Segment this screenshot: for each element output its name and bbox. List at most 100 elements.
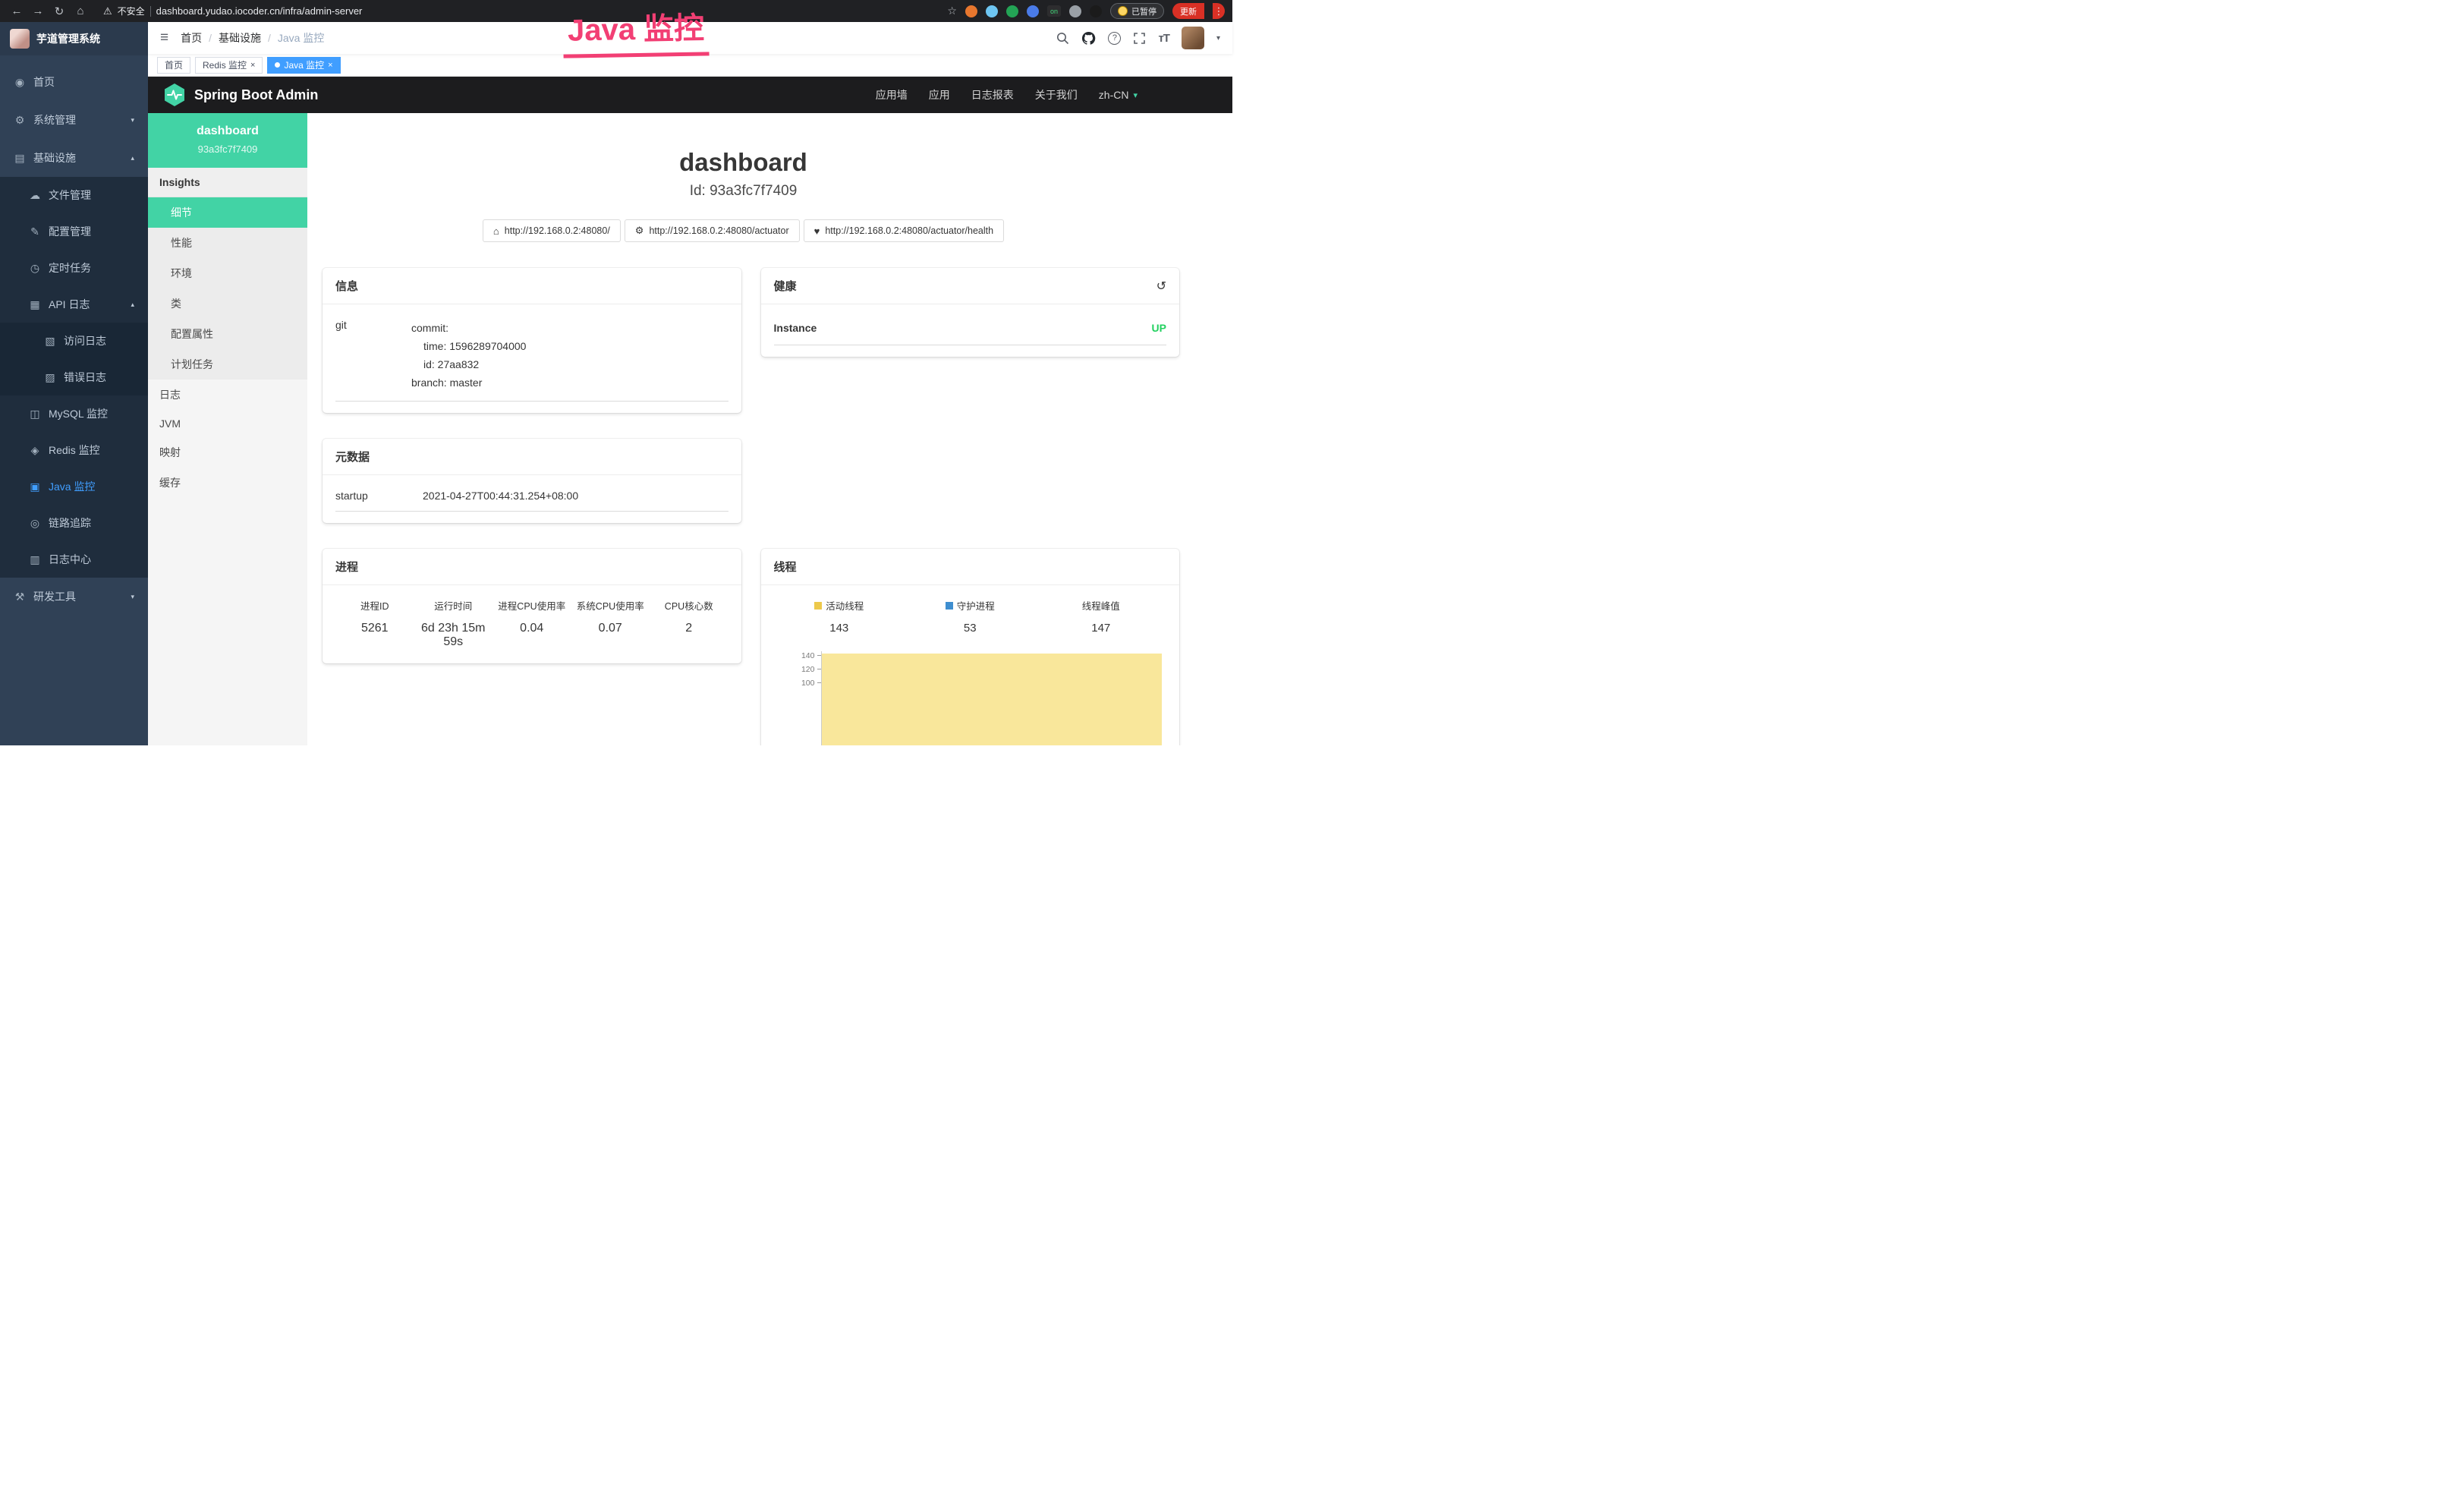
sidebar-item-java-monitor[interactable]: ▣ Java 监控	[0, 468, 148, 505]
git-commit-line: commit:	[411, 319, 526, 337]
extension-icon[interactable]	[1006, 5, 1018, 17]
sba-nav-about[interactable]: 关于我们	[1035, 87, 1078, 102]
update-button[interactable]: 更新	[1172, 3, 1204, 19]
tools-icon: ⚒	[14, 591, 26, 603]
sidebar-item-redis-monitor[interactable]: ◈ Redis 监控	[0, 432, 148, 468]
history-icon[interactable]: ↺	[1156, 279, 1166, 294]
health-icon: ♥	[814, 225, 820, 237]
sidebar-item-api-logs[interactable]: ▦ API 日志 ▴	[0, 286, 148, 323]
reload-icon[interactable]: ↻	[50, 5, 68, 18]
sba-item-logs[interactable]: 日志	[148, 380, 307, 410]
sidebar-item-mysql-monitor[interactable]: ◫ MySQL 监控	[0, 395, 148, 432]
metadata-row-startup: startup 2021-04-27T00:44:31.254+08:00	[335, 487, 729, 512]
extension-icon[interactable]	[986, 5, 998, 17]
sidebar-item-scheduled-jobs[interactable]: ◷ 定时任务	[0, 250, 148, 286]
back-icon[interactable]: ←	[8, 5, 26, 17]
sba-brand[interactable]: Spring Boot Admin	[163, 83, 318, 107]
sidebar-item-label: Redis 监控	[49, 443, 100, 458]
sba-item-caches[interactable]: 缓存	[148, 468, 307, 498]
sidebar-item-file-mgmt[interactable]: ☁ 文件管理	[0, 177, 148, 213]
document-icon: ▨	[44, 371, 56, 384]
metadata-key: startup	[335, 490, 423, 502]
sba-item-metrics[interactable]: 性能	[148, 228, 307, 258]
process-pid: 进程ID 5261	[335, 598, 414, 649]
sba-item-details[interactable]: 细节	[148, 197, 307, 228]
bookmark-star-icon[interactable]: ☆	[947, 5, 957, 17]
sidebar-item-access-logs[interactable]: ▧ 访问日志	[0, 323, 148, 359]
sba-item-jvm[interactable]: JVM	[148, 410, 307, 437]
paused-label: 已暂停	[1131, 5, 1156, 17]
sba-item-scheduled-tasks[interactable]: 计划任务	[148, 349, 307, 380]
sidebar-item-error-logs[interactable]: ▨ 错误日志	[0, 359, 148, 395]
service-url-button[interactable]: ⌂ http://192.168.0.2:48080/	[483, 219, 621, 242]
sidebar-item-label: Java 监控	[49, 479, 95, 494]
sba-nav-applications[interactable]: 应用	[929, 87, 950, 102]
log-icon: ▦	[29, 298, 41, 311]
search-icon[interactable]	[1056, 32, 1069, 45]
sba-nav: 应用墙 应用 日志报表 关于我们 zh-CN ▾	[876, 87, 1217, 102]
app-title: 芋道管理系统	[36, 31, 100, 46]
page-subtitle: Id: 93a3fc7f7409	[307, 183, 1179, 200]
url-text[interactable]: dashboard.yudao.iocoder.cn/infra/admin-s…	[156, 5, 363, 17]
paused-badge[interactable]: 已暂停	[1110, 3, 1164, 19]
health-instance-label: Instance	[774, 322, 817, 334]
extension-on-badge[interactable]: on	[1047, 5, 1061, 17]
forward-icon[interactable]: →	[29, 5, 47, 17]
home-icon[interactable]: ⌂	[71, 5, 90, 17]
extension-icon[interactable]	[965, 5, 977, 17]
process-metric-label: 进程ID	[335, 598, 414, 613]
browser-menu-icon[interactable]: ⋮	[1213, 3, 1225, 19]
actuator-url-button[interactable]: ⚙ http://192.168.0.2:48080/actuator	[625, 219, 800, 242]
extensions-area: ☆ on 已暂停 更新 ⋮	[947, 3, 1225, 19]
sidebar-item-tracing[interactable]: ◎ 链路追踪	[0, 505, 148, 541]
sidebar-item-label: 基础设施	[33, 150, 76, 165]
avatar-caret-icon[interactable]: ▾	[1216, 34, 1220, 43]
sidebar-item-infrastructure[interactable]: ▤ 基础设施 ▴	[0, 139, 148, 177]
hamburger-icon[interactable]: ≡	[160, 30, 168, 46]
tabs-bar: 首页 Redis 监控 × Java 监控 ×	[148, 54, 1232, 77]
locale-selector[interactable]: zh-CN ▾	[1099, 89, 1138, 101]
sidebar-item-label: 首页	[33, 74, 55, 90]
breadcrumb-infra[interactable]: 基础设施	[219, 30, 261, 46]
address-bar[interactable]: ⚠ 不安全 dashboard.yudao.iocoder.cn/infra/a…	[103, 5, 362, 17]
sba-nav-journal[interactable]: 日志报表	[971, 87, 1014, 102]
sba-logo-icon	[163, 83, 186, 107]
tab-java-monitor[interactable]: Java 监控 ×	[267, 57, 340, 74]
sba-section-insights[interactable]: Insights	[148, 168, 307, 197]
extension-icon[interactable]	[1090, 5, 1102, 17]
close-icon[interactable]: ×	[328, 61, 332, 70]
sba-nav-wallboard[interactable]: 应用墙	[876, 87, 908, 102]
health-card-title: 健康	[774, 278, 797, 294]
sidebar-item-dev-tools[interactable]: ⚒ 研发工具 ▾	[0, 578, 148, 616]
fullscreen-icon[interactable]	[1133, 32, 1146, 45]
font-size-icon[interactable]: тT	[1158, 32, 1169, 45]
sidebar-item-home[interactable]: ◉ 首页	[0, 63, 148, 101]
health-instance-row[interactable]: Instance UP	[774, 316, 1167, 345]
help-icon[interactable]: ?	[1108, 32, 1121, 45]
tab-redis-monitor[interactable]: Redis 监控 ×	[195, 57, 263, 74]
sidebar-item-log-center[interactable]: ▥ 日志中心	[0, 541, 148, 578]
extension-icon[interactable]	[1069, 5, 1081, 17]
legend-value: 147	[1036, 622, 1167, 635]
github-icon[interactable]	[1081, 31, 1096, 46]
chart-y-axis: 140 120 100	[795, 651, 821, 745]
sba-item-configprops[interactable]: 配置属性	[148, 319, 307, 349]
sidebar-item-config-mgmt[interactable]: ✎ 配置管理	[0, 213, 148, 250]
monitor-icon: ▤	[14, 152, 26, 165]
legend-value: 53	[905, 622, 1036, 635]
threads-legend: 活动线程 143 守护进程	[774, 597, 1167, 638]
avatar[interactable]	[1182, 27, 1204, 49]
sidebar-item-system-mgmt[interactable]: ⚙ 系统管理 ▾	[0, 101, 148, 139]
app-logo-row[interactable]: 芋道管理系统	[0, 22, 148, 55]
extension-icon[interactable]	[1027, 5, 1039, 17]
instance-header[interactable]: dashboard 93a3fc7f7409	[148, 113, 307, 168]
health-url-button[interactable]: ♥ http://192.168.0.2:48080/actuator/heal…	[804, 219, 1004, 242]
instance-links: ⌂ http://192.168.0.2:48080/ ⚙ http://192…	[307, 219, 1179, 242]
breadcrumb-home[interactable]: 首页	[181, 30, 202, 46]
sba-item-classes[interactable]: 类	[148, 288, 307, 319]
sba-item-mappings[interactable]: 映射	[148, 437, 307, 468]
log-center-icon: ▥	[29, 553, 41, 566]
sba-item-environment[interactable]: 环境	[148, 258, 307, 288]
close-icon[interactable]: ×	[250, 61, 255, 70]
tab-home[interactable]: 首页	[157, 57, 190, 74]
